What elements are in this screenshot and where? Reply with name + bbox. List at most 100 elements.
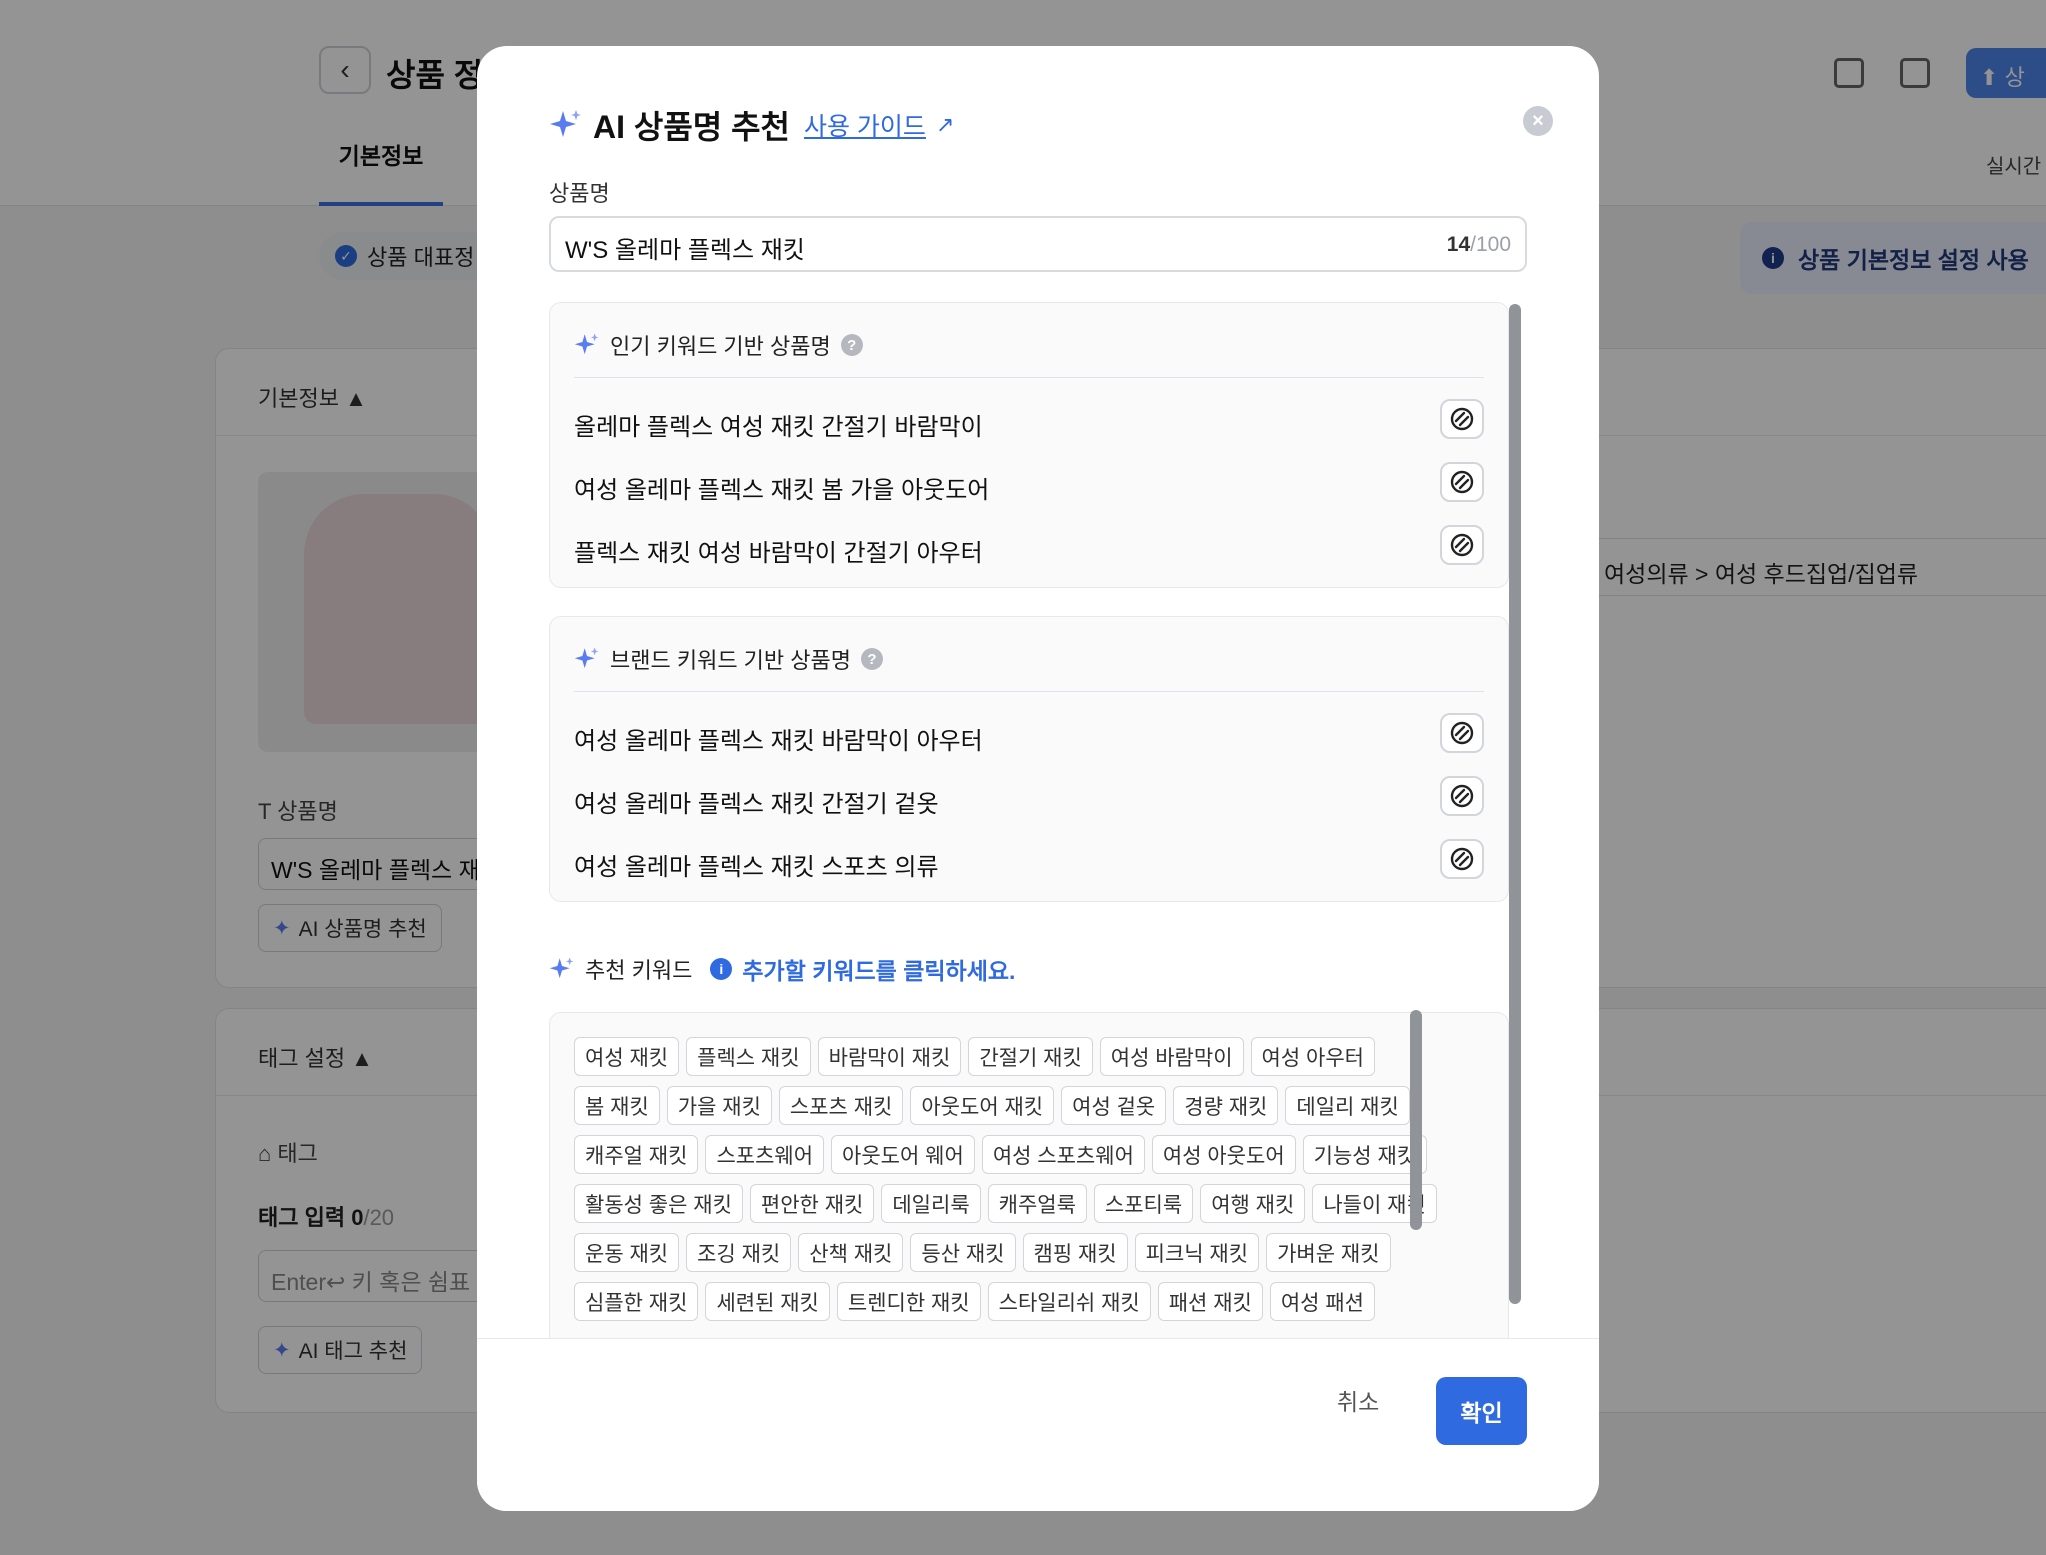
keyword-chip[interactable]: 데일리룩 <box>881 1184 981 1223</box>
keyword-section-header: 추천 키워드 i 추가할 키워드를 클릭하세요. <box>549 952 1015 986</box>
divider <box>574 691 1484 692</box>
keyword-chip[interactable]: 기능성 재킷 <box>1302 1135 1428 1174</box>
keyword-chip[interactable]: 스포츠웨어 <box>705 1135 825 1174</box>
product-name-input-value: W'S 올레마 플렉스 재킷 <box>565 237 805 264</box>
keyword-chip[interactable]: 활동성 좋은 재킷 <box>574 1184 743 1223</box>
keyword-chip[interactable]: 캠핑 재킷 <box>1022 1233 1128 1272</box>
apply-suggestion-button[interactable] <box>1440 776 1484 816</box>
info-icon: i <box>710 958 733 980</box>
keyword-chip[interactable]: 스포티룩 <box>1093 1184 1194 1223</box>
keyword-chip[interactable]: 여행 재킷 <box>1200 1184 1306 1223</box>
popular-suggestion-box: 인기 키워드 기반 상품명 ? 올레마 플렉스 여성 재킷 간절기 바람막이 여… <box>549 302 1509 588</box>
cancel-button[interactable]: 취소 <box>1337 1383 1379 1417</box>
keyword-scrollbar[interactable] <box>1410 1010 1422 1230</box>
keyword-chip[interactable]: 트렌디한 재킷 <box>836 1282 981 1321</box>
apply-suggestion-button[interactable] <box>1440 839 1484 879</box>
keyword-chip[interactable]: 데일리 재킷 <box>1285 1086 1410 1125</box>
product-name-field-label: 상품명 <box>549 181 610 206</box>
keyword-chip[interactable]: 여성 아우터 <box>1250 1037 1375 1076</box>
suggestion-text: 플렉스 재킷 여성 바람막이 간절기 아우터 <box>574 540 983 567</box>
suggestion-scroll-area[interactable]: 인기 키워드 기반 상품명 ? 올레마 플렉스 여성 재킷 간절기 바람막이 여… <box>549 302 1549 1340</box>
suggestion-text: 여성 올레마 플렉스 재킷 봄 가을 아웃도어 <box>574 477 990 504</box>
char-counter: 14/100 <box>1447 233 1511 257</box>
apply-icon <box>1450 533 1474 557</box>
brand-section-title: 브랜드 키워드 기반 상품명 <box>610 648 851 673</box>
suggestion-text: 여성 올레마 플렉스 재킷 간절기 겉옷 <box>574 791 939 818</box>
apply-icon <box>1450 847 1474 871</box>
usage-guide-link[interactable]: 사용 가이드 <box>804 107 926 143</box>
keyword-hint: 추가할 키워드를 클릭하세요. <box>742 958 1016 984</box>
suggestion-text: 여성 올레마 플렉스 재킷 바람막이 아우터 <box>574 728 983 755</box>
keyword-chip[interactable]: 심플한 재킷 <box>574 1282 699 1321</box>
popular-section-title: 인기 키워드 기반 상품명 <box>610 334 831 359</box>
suggestion-row[interactable]: 올레마 플렉스 여성 재킷 간절기 바람막이 <box>574 393 1484 449</box>
suggestion-row[interactable]: 여성 올레마 플렉스 재킷 스포츠 의류 <box>574 833 1484 889</box>
brand-suggestion-box: 브랜드 키워드 기반 상품명 ? 여성 올레마 플렉스 재킷 바람막이 아우터 … <box>549 616 1509 902</box>
close-button[interactable]: × <box>1523 106 1553 136</box>
suggestion-row[interactable]: 여성 올레마 플렉스 재킷 바람막이 아우터 <box>574 707 1484 763</box>
apply-suggestion-button[interactable] <box>1440 462 1484 502</box>
ai-product-name-modal: AI 상품명 추천 사용 가이드 ↗ × 상품명 W'S 올레마 플렉스 재킷 … <box>477 46 1599 1511</box>
sparkle-icon <box>550 110 581 137</box>
keyword-chip[interactable]: 간절기 재킷 <box>968 1037 1093 1076</box>
apply-suggestion-button[interactable] <box>1440 399 1484 439</box>
brand-section-header: 브랜드 키워드 기반 상품명 ? <box>574 643 883 675</box>
keyword-chip[interactable]: 여성 재킷 <box>574 1037 680 1076</box>
keyword-chip[interactable]: 스타일리쉬 재킷 <box>987 1282 1151 1321</box>
help-icon[interactable]: ? <box>860 648 883 670</box>
modal-title: AI 상품명 추천 <box>593 109 790 145</box>
keyword-chip[interactable]: 여성 패션 <box>1269 1282 1375 1321</box>
apply-icon <box>1450 470 1474 494</box>
keyword-chip[interactable]: 가을 재킷 <box>666 1086 772 1125</box>
char-count: 14 <box>1446 233 1471 256</box>
keyword-chip[interactable]: 산책 재킷 <box>798 1233 904 1272</box>
keyword-section-title: 추천 키워드 <box>585 958 693 983</box>
keyword-chip[interactable]: 운동 재킷 <box>574 1233 680 1272</box>
keyword-chip[interactable]: 캐주얼룩 <box>987 1184 1087 1223</box>
popular-section-header: 인기 키워드 기반 상품명 ? <box>574 329 863 361</box>
sparkle-icon <box>549 957 574 979</box>
suggestion-text: 올레마 플렉스 여성 재킷 간절기 바람막이 <box>574 414 983 441</box>
keyword-chip[interactable]: 봄 재킷 <box>574 1086 660 1125</box>
close-icon: × <box>1532 109 1544 132</box>
sparkle-icon <box>574 647 599 669</box>
suggestion-row[interactable]: 플렉스 재킷 여성 바람막이 간절기 아우터 <box>574 519 1484 575</box>
keyword-chip[interactable]: 경량 재킷 <box>1173 1086 1279 1125</box>
keyword-chip[interactable]: 피크닉 재킷 <box>1134 1233 1260 1272</box>
apply-icon <box>1450 407 1474 431</box>
suggestion-row[interactable]: 여성 올레마 플렉스 재킷 간절기 겉옷 <box>574 770 1484 826</box>
keyword-chip[interactable]: 등산 재킷 <box>910 1233 1016 1272</box>
keyword-list-box[interactable]: 여성 재킷 플렉스 재킷 바람막이 재킷 간절기 재킷 여성 바람막이 여성 아우터봄 재… <box>549 1012 1509 1340</box>
keyword-chip[interactable]: 바람막이 재킷 <box>817 1037 962 1076</box>
modal-scrollbar[interactable] <box>1509 304 1521 1304</box>
modal-header: AI 상품명 추천 사용 가이드 ↗ <box>549 102 954 148</box>
keyword-chip[interactable]: 가벼운 재킷 <box>1266 1233 1391 1272</box>
keyword-chip[interactable]: 패션 재킷 <box>1157 1282 1263 1321</box>
keyword-chip[interactable]: 스포츠 재킷 <box>778 1086 904 1125</box>
keyword-chip[interactable]: 플렉스 재킷 <box>686 1037 811 1076</box>
keyword-chip[interactable]: 아웃도어 재킷 <box>910 1086 1055 1125</box>
external-link-icon[interactable]: ↗ <box>936 112 954 138</box>
divider <box>574 377 1484 378</box>
keyword-list: 여성 재킷 플렉스 재킷 바람막이 재킷 간절기 재킷 여성 바람막이 여성 아우터봄 재… <box>574 1037 1444 1321</box>
apply-icon <box>1450 784 1474 808</box>
keyword-chip[interactable]: 세련된 재킷 <box>705 1282 830 1321</box>
keyword-chip[interactable]: 아웃도어 웨어 <box>831 1135 975 1174</box>
help-icon[interactable]: ? <box>840 334 863 356</box>
apply-suggestion-button[interactable] <box>1440 525 1484 565</box>
suggestion-text: 여성 올레마 플렉스 재킷 스포츠 의류 <box>574 854 939 881</box>
keyword-chip[interactable]: 편안한 재킷 <box>749 1184 875 1223</box>
product-name-input[interactable]: W'S 올레마 플렉스 재킷 14/100 <box>549 216 1527 272</box>
keyword-chip[interactable]: 캐주얼 재킷 <box>574 1135 699 1174</box>
sparkle-icon <box>574 333 599 355</box>
keyword-chip[interactable]: 여성 아웃도어 <box>1151 1135 1296 1174</box>
keyword-chip[interactable]: 여성 스포츠웨어 <box>981 1135 1145 1174</box>
char-max: /100 <box>1470 233 1511 256</box>
confirm-button[interactable]: 확인 <box>1436 1377 1527 1445</box>
keyword-chip[interactable]: 조깅 재킷 <box>686 1233 792 1272</box>
keyword-chip[interactable]: 여성 겉옷 <box>1061 1086 1167 1125</box>
suggestion-row[interactable]: 여성 올레마 플렉스 재킷 봄 가을 아웃도어 <box>574 456 1484 512</box>
modal-footer: 취소 확인 <box>477 1338 1599 1511</box>
keyword-chip[interactable]: 여성 바람막이 <box>1099 1037 1244 1076</box>
apply-suggestion-button[interactable] <box>1440 713 1484 753</box>
